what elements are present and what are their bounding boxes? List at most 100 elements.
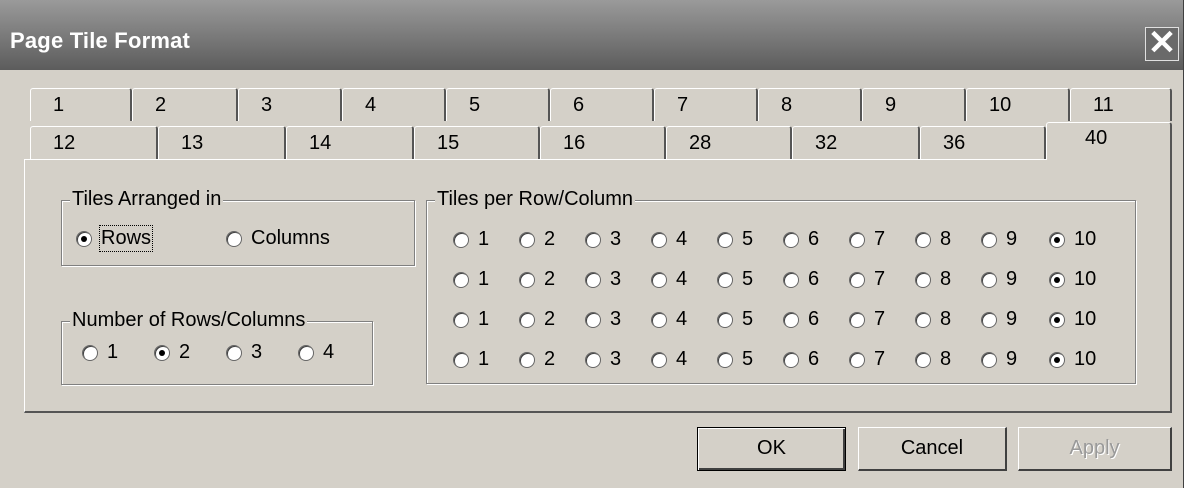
tiles-row4-radio-5[interactable]: 5 bbox=[717, 348, 753, 371]
radio-circle[interactable] bbox=[849, 311, 865, 328]
tiles-row1-radio-8[interactable]: 8 bbox=[915, 228, 951, 251]
ok-button[interactable]: OK bbox=[697, 427, 846, 471]
radio-circle[interactable] bbox=[1049, 311, 1065, 328]
radio-circle[interactable] bbox=[783, 231, 799, 248]
radio-circle[interactable] bbox=[717, 351, 733, 368]
tab-14[interactable]: 14 bbox=[286, 126, 414, 159]
tiles-row4-radio-2[interactable]: 2 bbox=[519, 348, 555, 371]
arranged-radio-rows[interactable]: Rows bbox=[76, 225, 154, 252]
radio-circle[interactable] bbox=[154, 344, 170, 361]
tiles-row4-radio-3[interactable]: 3 bbox=[585, 348, 621, 371]
cancel-button[interactable]: Cancel bbox=[858, 427, 1007, 471]
tiles-row1-radio-6[interactable]: 6 bbox=[783, 228, 819, 251]
tiles-row4-radio-10[interactable]: 10 bbox=[1049, 348, 1096, 371]
tiles-row4-radio-8[interactable]: 8 bbox=[915, 348, 951, 371]
tiles-row3-radio-4[interactable]: 4 bbox=[651, 308, 687, 331]
radio-circle[interactable] bbox=[585, 231, 601, 248]
radio-circle[interactable] bbox=[226, 344, 242, 361]
radio-circle[interactable] bbox=[915, 271, 931, 288]
radio-circle[interactable] bbox=[453, 351, 469, 368]
radio-circle[interactable] bbox=[717, 311, 733, 328]
tiles-row4-radio-9[interactable]: 9 bbox=[981, 348, 1017, 371]
tab-12[interactable]: 12 bbox=[30, 126, 158, 159]
radio-circle[interactable] bbox=[981, 271, 997, 288]
radio-circle[interactable] bbox=[915, 231, 931, 248]
arranged-radio-columns[interactable]: Columns bbox=[226, 227, 330, 250]
radio-circle[interactable] bbox=[226, 230, 242, 247]
tiles-row2-radio-1[interactable]: 1 bbox=[453, 268, 489, 291]
radio-circle[interactable] bbox=[519, 311, 535, 328]
tab-11[interactable]: 11 bbox=[1070, 88, 1172, 121]
radio-circle[interactable] bbox=[585, 351, 601, 368]
radio-circle[interactable] bbox=[849, 271, 865, 288]
radio-circle[interactable] bbox=[849, 351, 865, 368]
tab-13[interactable]: 13 bbox=[158, 126, 286, 159]
tiles-row2-radio-3[interactable]: 3 bbox=[585, 268, 621, 291]
tiles-row4-radio-1[interactable]: 1 bbox=[453, 348, 489, 371]
tiles-row3-radio-5[interactable]: 5 bbox=[717, 308, 753, 331]
radio-circle[interactable] bbox=[981, 311, 997, 328]
radio-circle[interactable] bbox=[651, 271, 667, 288]
tiles-row1-radio-3[interactable]: 3 bbox=[585, 228, 621, 251]
tiles-row1-radio-5[interactable]: 5 bbox=[717, 228, 753, 251]
radio-circle[interactable] bbox=[717, 271, 733, 288]
radio-circle[interactable] bbox=[981, 231, 997, 248]
radio-circle[interactable] bbox=[783, 351, 799, 368]
tab-40[interactable]: 40 bbox=[1046, 122, 1172, 160]
tab-2[interactable]: 2 bbox=[132, 88, 238, 121]
radio-circle[interactable] bbox=[783, 271, 799, 288]
radio-circle[interactable] bbox=[1049, 271, 1065, 288]
tab-9[interactable]: 9 bbox=[862, 88, 966, 121]
tab-15[interactable]: 15 bbox=[414, 126, 540, 159]
tiles-row1-radio-10[interactable]: 10 bbox=[1049, 228, 1096, 251]
radio-circle[interactable] bbox=[82, 344, 98, 361]
radio-circle[interactable] bbox=[849, 231, 865, 248]
tab-28[interactable]: 28 bbox=[666, 126, 792, 159]
tab-4[interactable]: 4 bbox=[342, 88, 446, 121]
radio-circle[interactable] bbox=[783, 311, 799, 328]
tab-1[interactable]: 1 bbox=[30, 88, 132, 121]
radio-circle[interactable] bbox=[585, 271, 601, 288]
close-button[interactable]: ✕ bbox=[1145, 26, 1179, 61]
tab-10[interactable]: 10 bbox=[966, 88, 1070, 121]
radio-circle[interactable] bbox=[453, 231, 469, 248]
tab-8[interactable]: 8 bbox=[758, 88, 862, 121]
radio-circle[interactable] bbox=[453, 271, 469, 288]
tiles-row1-radio-4[interactable]: 4 bbox=[651, 228, 687, 251]
radio-circle[interactable] bbox=[519, 231, 535, 248]
radio-circle[interactable] bbox=[651, 231, 667, 248]
radio-circle[interactable] bbox=[585, 311, 601, 328]
tab-7[interactable]: 7 bbox=[654, 88, 758, 121]
number-radio-4[interactable]: 4 bbox=[298, 341, 334, 364]
tiles-row2-radio-2[interactable]: 2 bbox=[519, 268, 555, 291]
tab-5[interactable]: 5 bbox=[446, 88, 550, 121]
tiles-row2-radio-10[interactable]: 10 bbox=[1049, 268, 1096, 291]
radio-circle[interactable] bbox=[519, 271, 535, 288]
tiles-row1-radio-7[interactable]: 7 bbox=[849, 228, 885, 251]
title-bar[interactable]: Page Tile Format ✕ bbox=[0, 0, 1183, 70]
number-radio-3[interactable]: 3 bbox=[226, 341, 262, 364]
radio-circle[interactable] bbox=[298, 344, 314, 361]
tiles-row2-radio-4[interactable]: 4 bbox=[651, 268, 687, 291]
radio-circle[interactable] bbox=[981, 351, 997, 368]
number-radio-2[interactable]: 2 bbox=[154, 341, 190, 364]
tiles-row1-radio-1[interactable]: 1 bbox=[453, 228, 489, 251]
radio-circle[interactable] bbox=[1049, 231, 1065, 248]
radio-circle[interactable] bbox=[1049, 351, 1065, 368]
tiles-row3-radio-8[interactable]: 8 bbox=[915, 308, 951, 331]
tab-36[interactable]: 36 bbox=[920, 126, 1046, 159]
number-radio-1[interactable]: 1 bbox=[82, 341, 118, 364]
tiles-row3-radio-1[interactable]: 1 bbox=[453, 308, 489, 331]
radio-circle[interactable] bbox=[651, 351, 667, 368]
tiles-row3-radio-10[interactable]: 10 bbox=[1049, 308, 1096, 331]
tiles-row2-radio-7[interactable]: 7 bbox=[849, 268, 885, 291]
tiles-row1-radio-2[interactable]: 2 bbox=[519, 228, 555, 251]
tab-3[interactable]: 3 bbox=[238, 88, 342, 121]
tab-32[interactable]: 32 bbox=[792, 126, 920, 159]
tiles-row2-radio-6[interactable]: 6 bbox=[783, 268, 819, 291]
tiles-row1-radio-9[interactable]: 9 bbox=[981, 228, 1017, 251]
tiles-row4-radio-4[interactable]: 4 bbox=[651, 348, 687, 371]
radio-circle[interactable] bbox=[915, 351, 931, 368]
radio-circle[interactable] bbox=[651, 311, 667, 328]
tiles-row2-radio-5[interactable]: 5 bbox=[717, 268, 753, 291]
